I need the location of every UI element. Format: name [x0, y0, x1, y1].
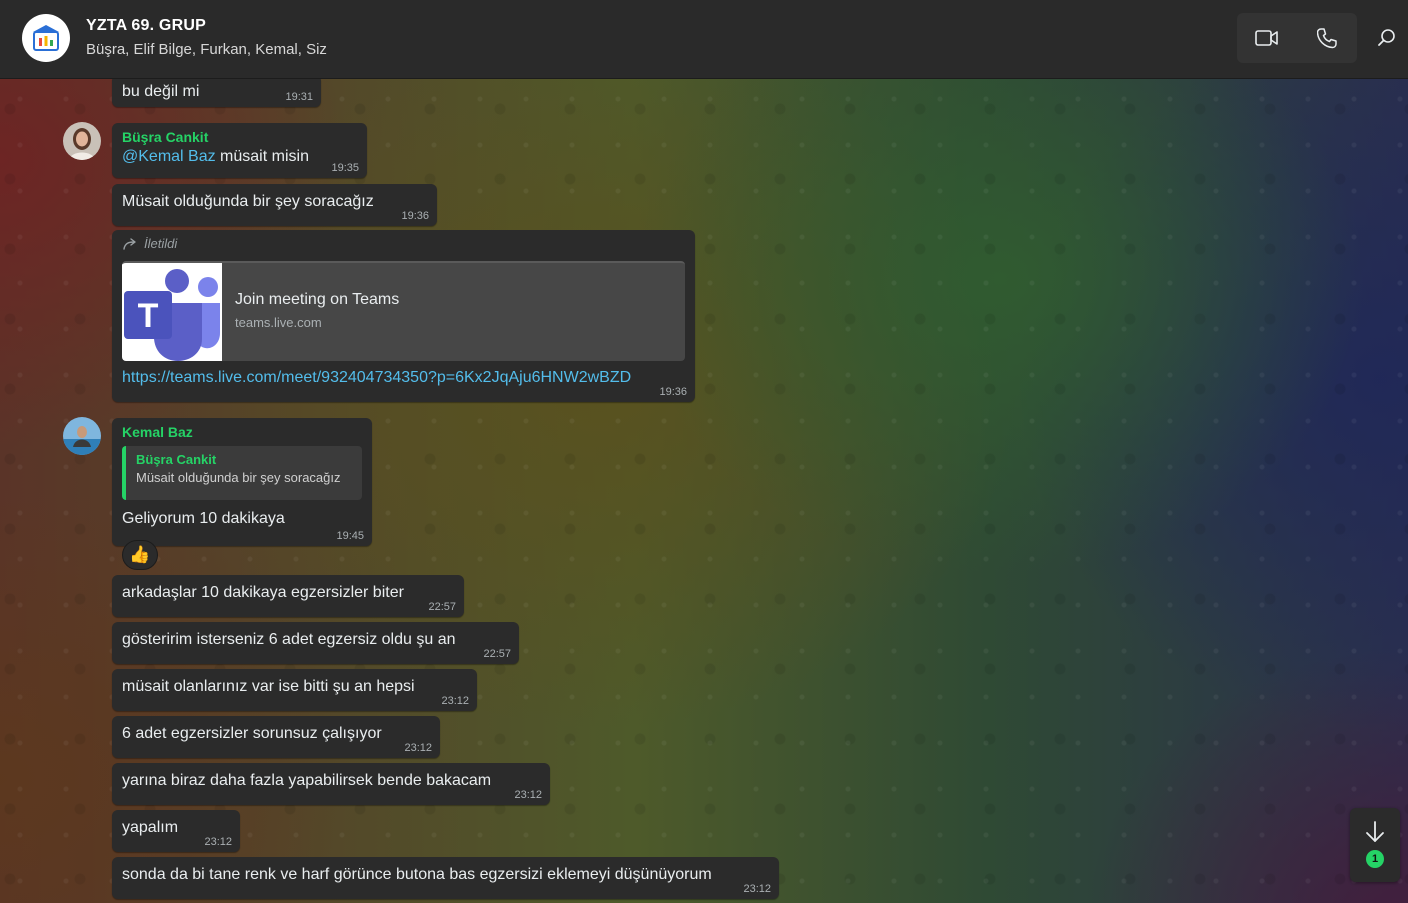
group-title[interactable]: YZTA 69. GRUP	[86, 17, 206, 35]
message-bubble[interactable]: müsait olanlarınız var ise bitti şu an h…	[112, 669, 477, 711]
avatar-busra[interactable]	[63, 122, 101, 160]
group-logo-icon	[33, 25, 59, 51]
message-time: 19:45	[336, 530, 364, 542]
avatar-kemal[interactable]	[63, 417, 101, 455]
sender-name[interactable]: Büşra Cankit	[122, 129, 357, 145]
group-members[interactable]: Büşra, Elif Bilge, Furkan, Kemal, Siz	[86, 41, 327, 58]
message-bubble[interactable]: yarına biraz daha fazla yapabilirsek ben…	[112, 763, 550, 805]
message-text: sonda da bi tane renk ve harf görünce bu…	[122, 866, 712, 883]
message-time: 22:57	[483, 648, 511, 660]
arrow-down-icon	[1366, 821, 1384, 842]
search-button[interactable]	[1372, 23, 1402, 53]
message-bubble[interactable]: bu değil mi 19:31	[112, 79, 321, 107]
video-call-button[interactable]	[1237, 13, 1297, 63]
message-time: 19:31	[285, 91, 313, 103]
video-call-icon	[1255, 30, 1278, 46]
message-bubble[interactable]: yapalım 23:12	[112, 810, 240, 852]
link-card-url: teams.live.com	[235, 315, 322, 330]
link-preview-card[interactable]: T Join meeting on Teams teams.live.com	[122, 261, 685, 361]
chat-header[interactable]: YZTA 69. GRUP Büşra, Elif Bilge, Furkan,…	[0, 0, 1408, 79]
message-text: Müsait olduğunda bir şey soracağız	[122, 193, 374, 210]
message-bubble[interactable]: Büşra Cankit @Kemal Baz müsait misin 19:…	[112, 123, 367, 178]
message-text: Geliyorum 10 dakikaya	[122, 510, 285, 527]
reply-message-bubble[interactable]: Kemal Baz Büşra Cankit Müsait olduğunda …	[112, 418, 372, 546]
message-time: 23:12	[743, 883, 771, 895]
message-bubble[interactable]: arkadaşlar 10 dakikaya egzersizler biter…	[112, 575, 464, 617]
message-time: 23:12	[204, 836, 232, 848]
chat-area[interactable]: bu değil mi 19:31 Büşra Cankit @Kemal Ba…	[0, 79, 1408, 903]
message-time: 19:35	[331, 162, 359, 174]
forward-arrow-icon	[123, 237, 136, 250]
meeting-link[interactable]: https://teams.live.com/meet/932404734350…	[122, 369, 685, 387]
message-bubble[interactable]: Müsait olduğunda bir şey soracağız 19:36	[112, 184, 437, 226]
message-text: yarına biraz daha fazla yapabilirsek ben…	[122, 772, 492, 789]
message-bubble[interactable]: gösteririm isterseniz 6 adet egzersiz ol…	[112, 622, 519, 664]
person-photo-icon	[63, 417, 101, 455]
svg-text:T: T	[138, 297, 159, 335]
message-text: gösteririm isterseniz 6 adet egzersiz ol…	[122, 631, 456, 648]
quoted-message[interactable]: Büşra Cankit Müsait olduğunda bir şey so…	[122, 446, 362, 500]
message-text: bu değil mi	[122, 83, 200, 100]
message-time: 19:36	[401, 210, 429, 222]
quote-sender: Büşra Cankit	[136, 452, 217, 467]
mention-link[interactable]: @Kemal Baz	[122, 148, 216, 165]
person-photo-icon	[63, 122, 101, 160]
forwarded-message-bubble[interactable]: İletildi T Join meeting on Teams teams.l…	[112, 230, 695, 402]
unread-count-badge: 1	[1366, 850, 1384, 868]
sender-name[interactable]: Kemal Baz	[122, 424, 362, 440]
message-time: 23:12	[514, 789, 542, 801]
call-buttons	[1237, 13, 1357, 63]
scroll-to-bottom-button[interactable]: 1	[1350, 808, 1400, 882]
message-bubble[interactable]: sonda da bi tane renk ve harf görünce bu…	[112, 857, 779, 899]
teams-logo-icon: T	[122, 263, 222, 361]
message-text: @Kemal Baz müsait misin	[122, 148, 309, 165]
message-bubble[interactable]: 6 adet egzersizler sorunsuz çalışıyor 23…	[112, 716, 440, 758]
quote-text: Müsait olduğunda bir şey soracağız	[136, 470, 341, 485]
voice-call-icon	[1317, 28, 1337, 49]
group-avatar[interactable]	[22, 14, 70, 62]
message-time: 23:12	[404, 742, 432, 754]
message-time: 22:57	[428, 601, 456, 613]
message-time: 23:12	[441, 695, 469, 707]
message-text: 6 adet egzersizler sorunsuz çalışıyor	[122, 725, 382, 742]
message-time: 19:36	[659, 386, 687, 398]
message-text: müsait olanlarınız var ise bitti şu an h…	[122, 678, 415, 695]
message-text: arkadaşlar 10 dakikaya egzersizler biter	[122, 584, 404, 601]
reaction-thumbs-up[interactable]: 👍	[122, 540, 158, 570]
forwarded-label: İletildi	[122, 236, 685, 251]
search-icon	[1378, 29, 1395, 46]
message-text: yapalım	[122, 819, 179, 836]
voice-call-button[interactable]	[1297, 13, 1357, 63]
link-card-title: Join meeting on Teams	[235, 291, 400, 308]
